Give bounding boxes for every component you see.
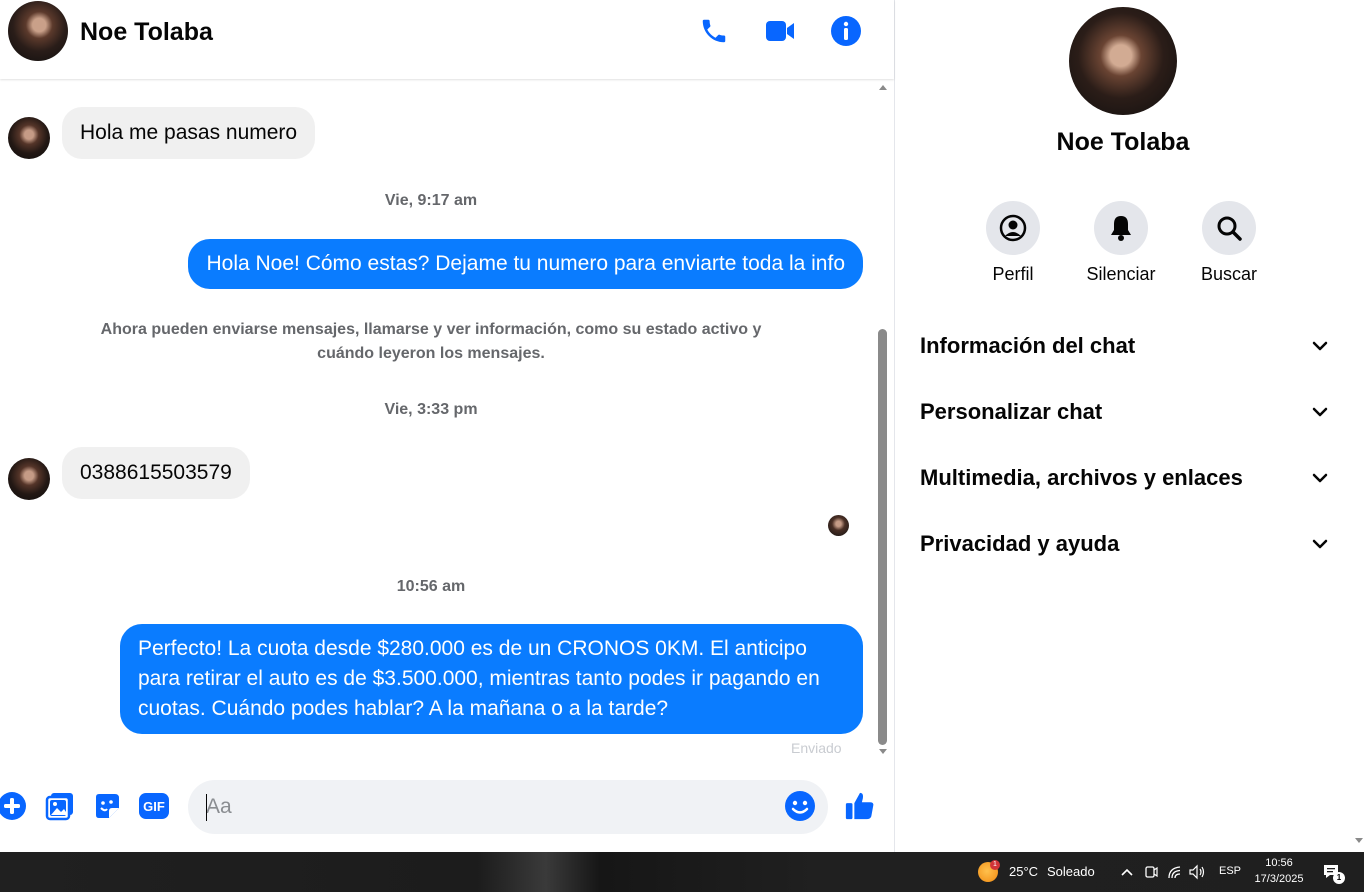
message-scrollbar[interactable] [876,79,890,763]
volume-icon[interactable] [1188,863,1206,881]
weather-condition[interactable]: Soleado [1047,864,1095,879]
emoji-icon[interactable] [784,790,816,822]
message-composer: GIF Aa [0,770,894,852]
panel-contact-avatar[interactable] [1069,7,1177,115]
chevron-down-icon [1312,539,1328,549]
outgoing-message[interactable]: Perfecto! La cuota desde $280.000 es de … [120,624,863,734]
timestamp: Vie, 3:33 pm [384,401,478,418]
input-language[interactable]: ESP [1219,865,1241,877]
scroll-up-arrow[interactable] [879,85,887,90]
image-icon[interactable] [44,790,76,822]
message-input-placeholder: Aa [206,795,232,818]
mute-label: Silenciar [1086,264,1156,284]
section-title: Privacidad y ayuda [920,531,1120,556]
profile-label: Perfil [992,264,1034,284]
scroll-down-arrow[interactable] [879,749,887,754]
system-notice: Ahora pueden enviarse mensajes, llamarse… [100,321,762,362]
contact-avatar[interactable] [8,1,68,61]
chat-pane: Noe Tolaba Hola me pasas numero Vie, 9:1… [0,0,894,852]
info-icon[interactable] [829,14,863,48]
section-title: Información del chat [920,333,1136,358]
panel-scroll-down-arrow[interactable] [1355,838,1363,843]
chevron-down-icon [1312,407,1328,417]
incoming-message[interactable]: 0388615503579 [62,447,250,499]
scroll-thumb[interactable] [878,329,887,745]
search-icon[interactable] [1202,201,1256,255]
mute-action[interactable]: Silenciar [1076,201,1166,285]
weather-temperature[interactable]: 25°C [1009,864,1038,879]
search-action[interactable]: Buscar [1184,201,1274,285]
windows-taskbar: 1 25°C Soleado ESP 10:56 17/3/2025 1 [0,852,1364,892]
profile-action[interactable]: Perfil [968,201,1058,285]
chat-header: Noe Tolaba [0,0,894,79]
section-chat-info[interactable]: Información del chat [920,326,1330,366]
profile-icon[interactable] [986,201,1040,255]
section-customize-chat[interactable]: Personalizar chat [920,392,1330,432]
sticker-icon[interactable] [91,790,123,822]
message-input[interactable]: Aa [188,780,828,834]
panel-contact-name: Noe Tolaba [1056,128,1190,156]
section-title: Personalizar chat [920,399,1103,424]
contact-name[interactable]: Noe Tolaba [80,18,213,47]
section-media-files-links[interactable]: Multimedia, archivos y enlaces [920,458,1330,498]
chevron-down-icon [1312,341,1328,351]
system-clock[interactable]: 10:56 17/3/2025 [1246,855,1312,887]
timestamp: Vie, 9:17 am [384,192,478,209]
wifi-icon[interactable] [1166,863,1184,881]
incoming-message[interactable]: Hola me pasas numero [62,107,316,159]
meet-now-icon[interactable] [1142,863,1160,881]
sender-avatar[interactable] [8,458,50,500]
clock-date: 17/3/2025 [1254,873,1304,885]
section-title: Multimedia, archivos y enlaces [920,465,1243,490]
section-privacy-help[interactable]: Privacidad y ayuda [920,524,1330,564]
chevron-up-icon[interactable] [1118,863,1136,881]
conversation-info-panel: Noe Tolaba Perfil Silenciar Buscar Infor… [894,0,1364,852]
phone-icon[interactable] [697,14,731,48]
timestamp: 10:56 am [396,578,466,595]
gif-icon[interactable]: GIF [138,790,170,822]
video-camera-icon[interactable] [763,14,797,48]
gif-label: GIF [143,799,165,814]
bell-icon[interactable] [1094,201,1148,255]
notification-count-badge: 1 [1333,872,1345,884]
sent-status: Enviado [791,740,842,756]
weather-badge: 1 [990,860,1000,870]
sender-avatar[interactable] [8,117,50,159]
text-caret [206,794,207,821]
seen-receipt-avatar [828,515,849,536]
thumbs-up-icon[interactable] [844,790,876,822]
outgoing-message[interactable]: Hola Noe! Cómo estas? Dejame tu numero p… [188,239,863,289]
message-list[interactable]: Hola me pasas numero Vie, 9:17 am Hola N… [0,79,878,763]
plus-icon[interactable] [0,790,28,822]
chevron-down-icon [1312,473,1328,483]
clock-time: 10:56 [1265,857,1293,869]
search-label: Buscar [1200,264,1258,284]
